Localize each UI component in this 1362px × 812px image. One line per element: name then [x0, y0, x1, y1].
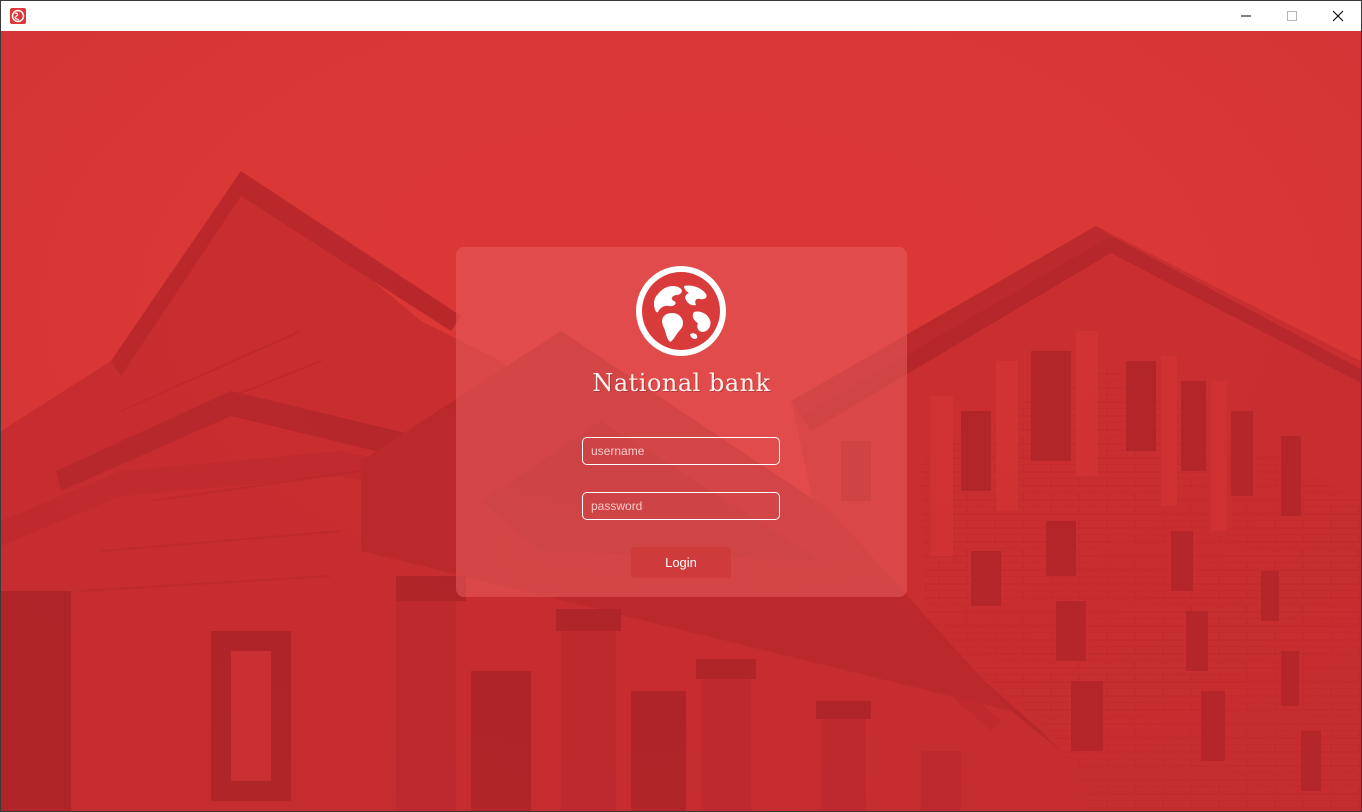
close-icon [1332, 10, 1344, 22]
username-field[interactable] [582, 437, 780, 465]
login-button[interactable]: Login [631, 547, 731, 578]
password-field[interactable] [582, 492, 780, 520]
maximize-icon [1287, 11, 1297, 21]
globe-icon [10, 8, 26, 24]
globe-icon [636, 266, 726, 356]
maximize-button[interactable] [1269, 1, 1315, 31]
app-window: National bank Login [0, 0, 1362, 812]
brand-title: National bank [592, 369, 771, 397]
close-button[interactable] [1315, 1, 1361, 31]
minimize-icon [1241, 15, 1251, 17]
minimize-button[interactable] [1223, 1, 1269, 31]
login-card: National bank Login [456, 247, 907, 597]
title-bar[interactable] [1, 1, 1361, 31]
login-screen: National bank Login [1, 31, 1361, 811]
